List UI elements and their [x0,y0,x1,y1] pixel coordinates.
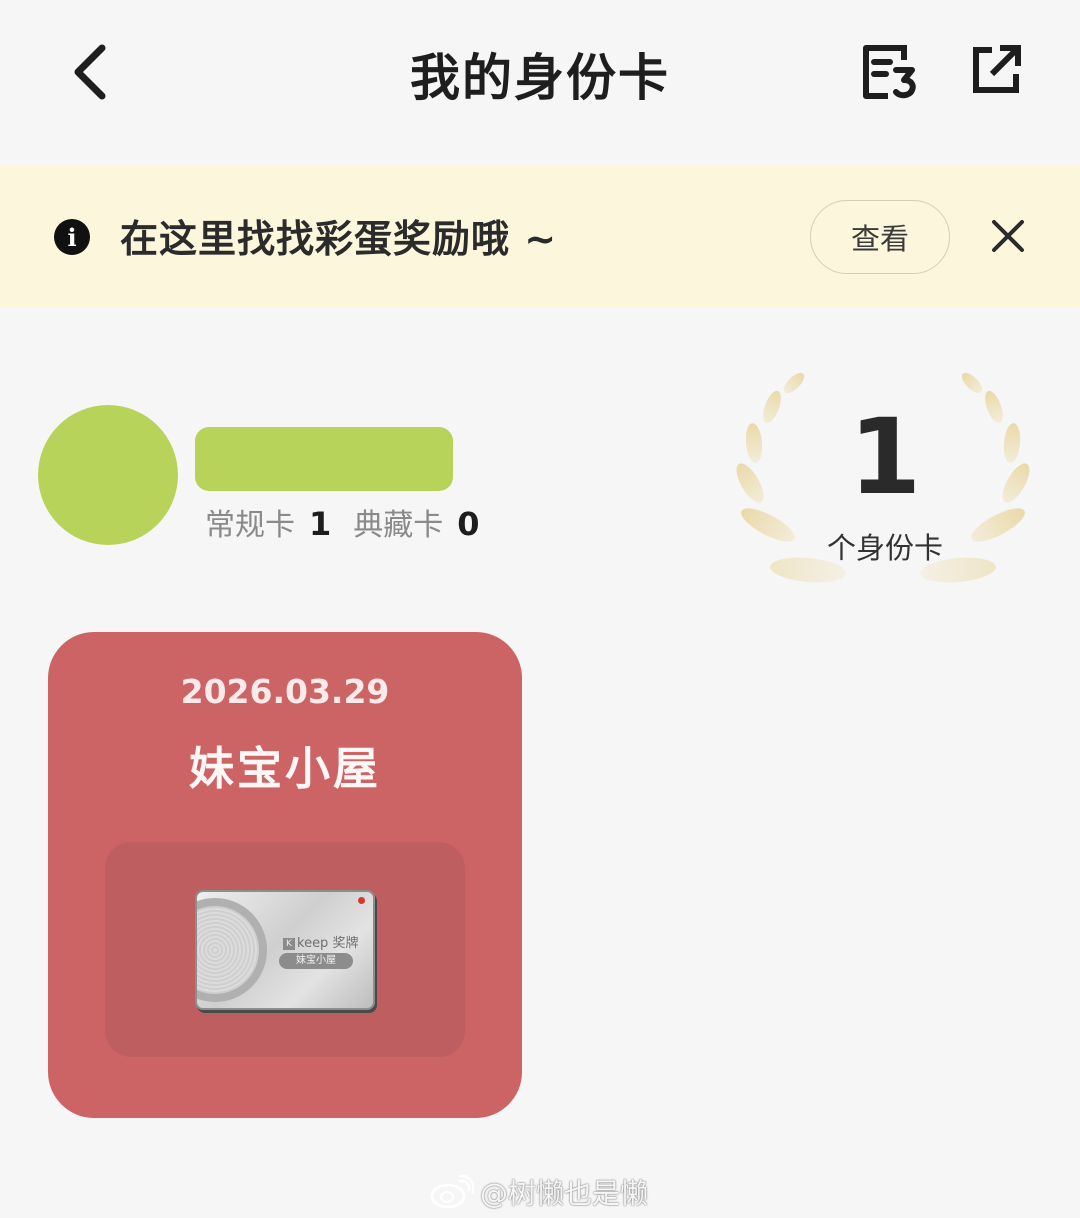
medal-name: 妹宝小屋 [279,953,353,969]
collection-card-label: 典藏卡 [353,508,444,543]
card-stats: 常规卡 1 典藏卡 0 [205,500,480,544]
document-icon [863,45,916,99]
avatar[interactable] [38,405,178,545]
id-card-date: 2026.03.29 [180,672,390,711]
close-icon [992,220,1024,252]
total-card-label: 个身份卡 [826,531,943,565]
id-card[interactable]: 2026.03.29 妹宝小屋 Kkeep 奖牌 妹宝小屋 [48,632,522,1118]
close-button[interactable] [986,214,1030,258]
username-redacted [195,427,453,491]
id-card-name: 妹宝小屋 [188,742,381,795]
external-share-icon [973,45,1021,93]
notice-text: 在这里找找彩蛋奖励哦 ~ [120,217,558,261]
view-button[interactable]: 查看 [810,200,950,274]
watermark-text: @树懒也是懒 [480,1177,649,1210]
medal-brand: Kkeep 奖牌 [283,932,358,951]
medal-dot [358,897,365,904]
collection-card-count: 0 [457,505,480,543]
regular-card-label: 常规卡 [205,508,295,543]
total-card-count: 1 [848,396,922,518]
info-icon: i [54,219,90,255]
share-button[interactable] [966,40,1026,104]
watermark: @树懒也是懒 [430,1172,648,1212]
medal-emblem-icon [197,898,267,1002]
document-button[interactable] [858,40,922,104]
regular-card-count: 1 [309,505,332,543]
weibo-icon [430,1175,474,1209]
medal-image: Kkeep 奖牌 妹宝小屋 [195,890,375,1010]
header: 我的身份卡 [0,0,1080,160]
id-card-medal-frame: Kkeep 奖牌 妹宝小屋 [105,842,465,1057]
